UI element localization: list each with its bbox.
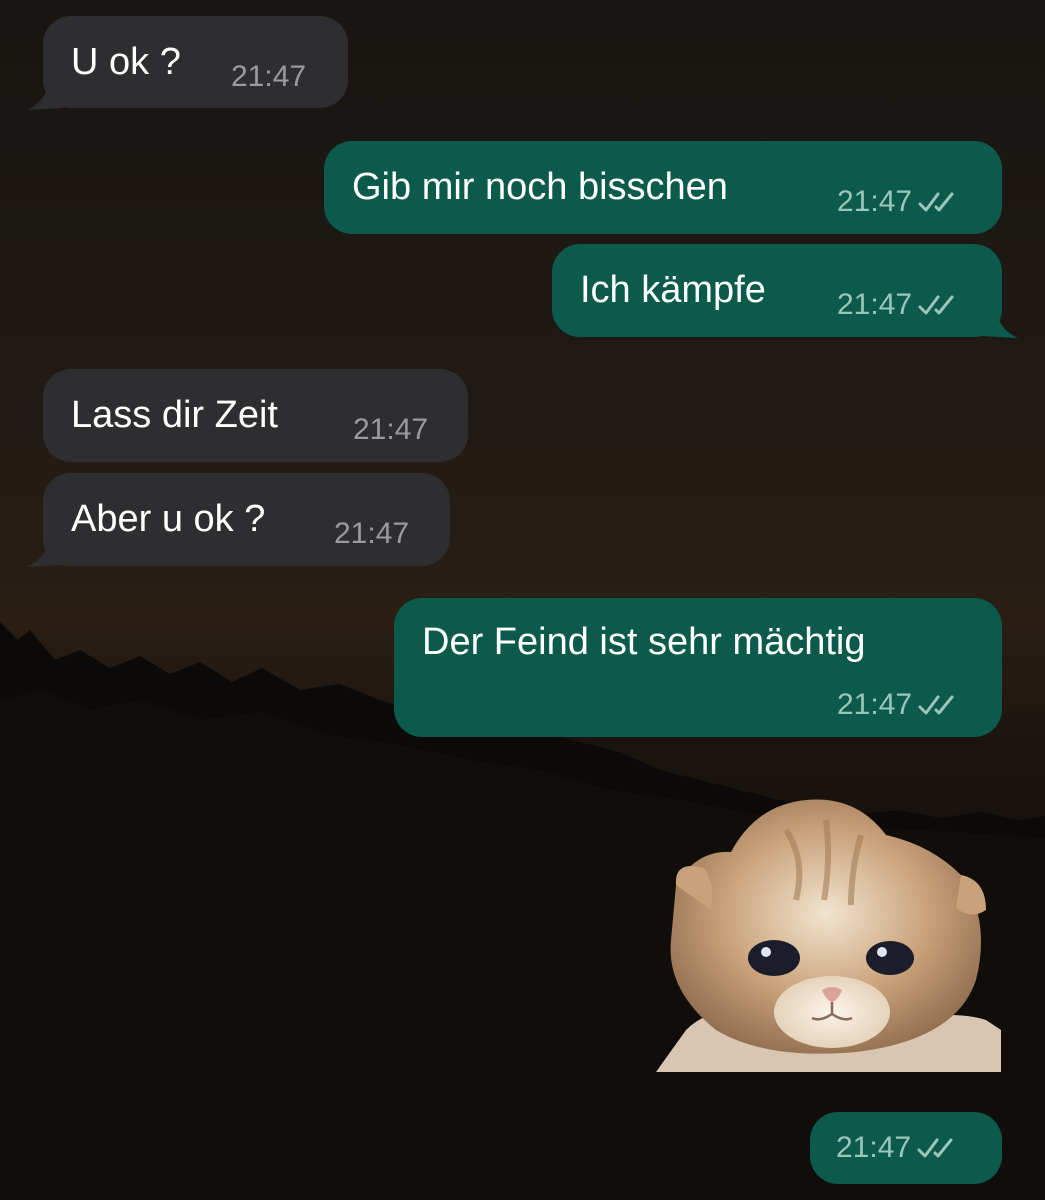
bubble-tail xyxy=(27,76,63,110)
double-check-icon xyxy=(918,295,954,315)
message-text: Aber u ok ? xyxy=(71,498,266,540)
message-outgoing[interactable]: Gib mir noch bisschen 21:47 xyxy=(324,141,1002,234)
message-time: 21:47 xyxy=(837,688,913,721)
message-meta: 21:47 xyxy=(334,517,409,551)
message-meta: 21:47 xyxy=(231,60,306,94)
message-meta: 21:47 xyxy=(837,185,958,219)
message-text: Gib mir noch bisschen xyxy=(352,166,728,208)
message-time: 21:47 xyxy=(837,185,913,218)
message-outgoing[interactable]: Ich kämpfe 21:47 xyxy=(552,244,1018,338)
message-outgoing[interactable]: Der Feind ist sehr mächtig 21:47 xyxy=(394,598,1002,737)
message-text: Der Feind ist sehr mächtig xyxy=(422,621,866,663)
bubble-tail xyxy=(27,533,63,567)
message-text: Ich kämpfe xyxy=(580,269,766,311)
message-time: 21:47 xyxy=(836,1131,912,1164)
double-check-icon xyxy=(918,192,954,212)
sticker-time-bubble[interactable]: 21:47 xyxy=(810,1112,1002,1184)
bubble-tail xyxy=(982,304,1018,338)
message-meta: 21:47 xyxy=(836,1131,957,1165)
message-time: 21:47 xyxy=(334,517,410,550)
message-time: 21:47 xyxy=(353,413,429,446)
message-meta: 21:47 xyxy=(837,288,958,322)
message-text: U ok ? xyxy=(71,41,181,83)
message-incoming[interactable]: Aber u ok ? 21:47 xyxy=(27,473,450,567)
message-incoming[interactable]: U ok ? 21:47 xyxy=(27,16,348,110)
message-text: Lass dir Zeit xyxy=(71,394,278,436)
message-time: 21:47 xyxy=(837,288,913,321)
message-incoming[interactable]: Lass dir Zeit 21:47 xyxy=(43,369,468,462)
message-meta: 21:47 xyxy=(353,413,428,447)
double-check-icon xyxy=(918,695,954,715)
double-check-icon xyxy=(917,1138,953,1158)
message-time: 21:47 xyxy=(231,60,307,93)
crying-kitten-sticker[interactable] xyxy=(656,790,1001,1072)
message-meta: 21:47 xyxy=(837,688,958,722)
